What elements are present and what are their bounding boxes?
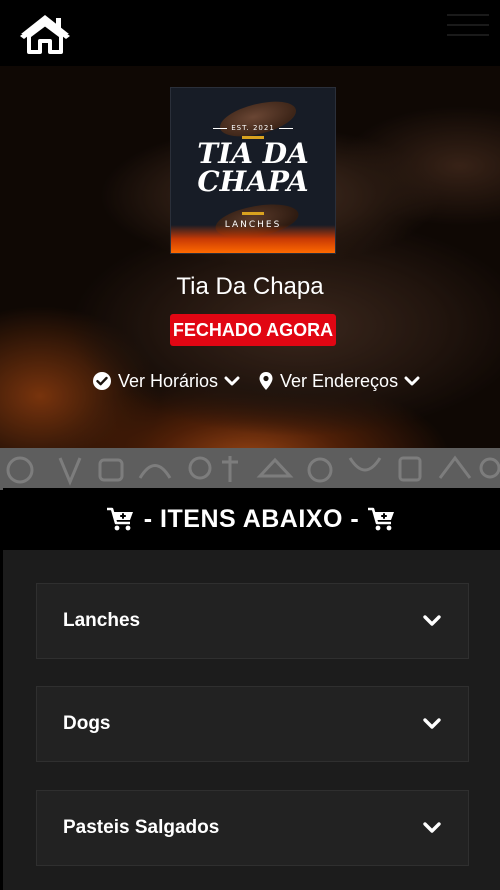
menu-panel: - ITENS ABAIXO - Lanches Dogs Pasteis Sa…	[3, 488, 500, 890]
logo-divider	[242, 136, 264, 139]
logo-est: EST. 2021	[171, 124, 335, 132]
food-pattern-decoration	[6, 455, 500, 486]
chevron-down-icon	[423, 822, 441, 833]
home-icon	[20, 15, 70, 54]
chevron-down-icon	[423, 615, 441, 626]
category-label: Pasteis Salgados	[63, 817, 220, 838]
top-bar	[0, 0, 500, 66]
food-pattern-strip	[0, 448, 500, 490]
items-section-header: - ITENS ABAIXO -	[3, 488, 500, 550]
hamburger-menu-icon	[447, 14, 489, 16]
category-pasteis-salgados[interactable]: Pasteis Salgados	[36, 790, 469, 866]
menu-line	[447, 34, 489, 36]
map-pin-icon	[259, 372, 273, 390]
address-link-label: Ver Endereços	[280, 370, 399, 391]
chevron-down-icon	[404, 376, 420, 386]
menu-line	[447, 24, 489, 26]
store-logo: EST. 2021 TIA DA CHAPA LANCHES	[171, 88, 335, 253]
home-button[interactable]	[18, 12, 72, 54]
category-label: Dogs	[63, 713, 111, 734]
chevron-down-icon	[224, 376, 240, 386]
store-name: Tia Da Chapa	[176, 273, 324, 300]
category-dogs[interactable]: Dogs	[36, 686, 469, 762]
logo-divider	[242, 212, 264, 215]
menu-button[interactable]	[447, 12, 489, 44]
check-circle-icon	[93, 372, 111, 390]
store-info-links: Ver Horários Ver Endereços	[0, 370, 500, 392]
category-lanches[interactable]: Lanches	[36, 583, 469, 659]
logo-subtitle: LANCHES	[224, 220, 282, 230]
hours-link[interactable]: Ver Horários	[92, 370, 240, 392]
logo-brand-line2: CHAPA	[197, 165, 309, 198]
items-section-title: - ITENS ABAIXO -	[143, 504, 360, 533]
chevron-down-icon	[423, 718, 441, 729]
logo-brand: TIA DA CHAPA	[171, 140, 335, 196]
status-badge: FECHADO AGORA	[170, 314, 336, 346]
logo-brand-line1: TIA DA	[197, 137, 309, 170]
category-label: Lanches	[63, 610, 141, 631]
hours-link-label: Ver Horários	[118, 370, 219, 391]
cart-plus-icon	[106, 507, 133, 531]
cart-plus-icon	[368, 507, 395, 531]
address-link[interactable]: Ver Endereços	[258, 370, 420, 392]
